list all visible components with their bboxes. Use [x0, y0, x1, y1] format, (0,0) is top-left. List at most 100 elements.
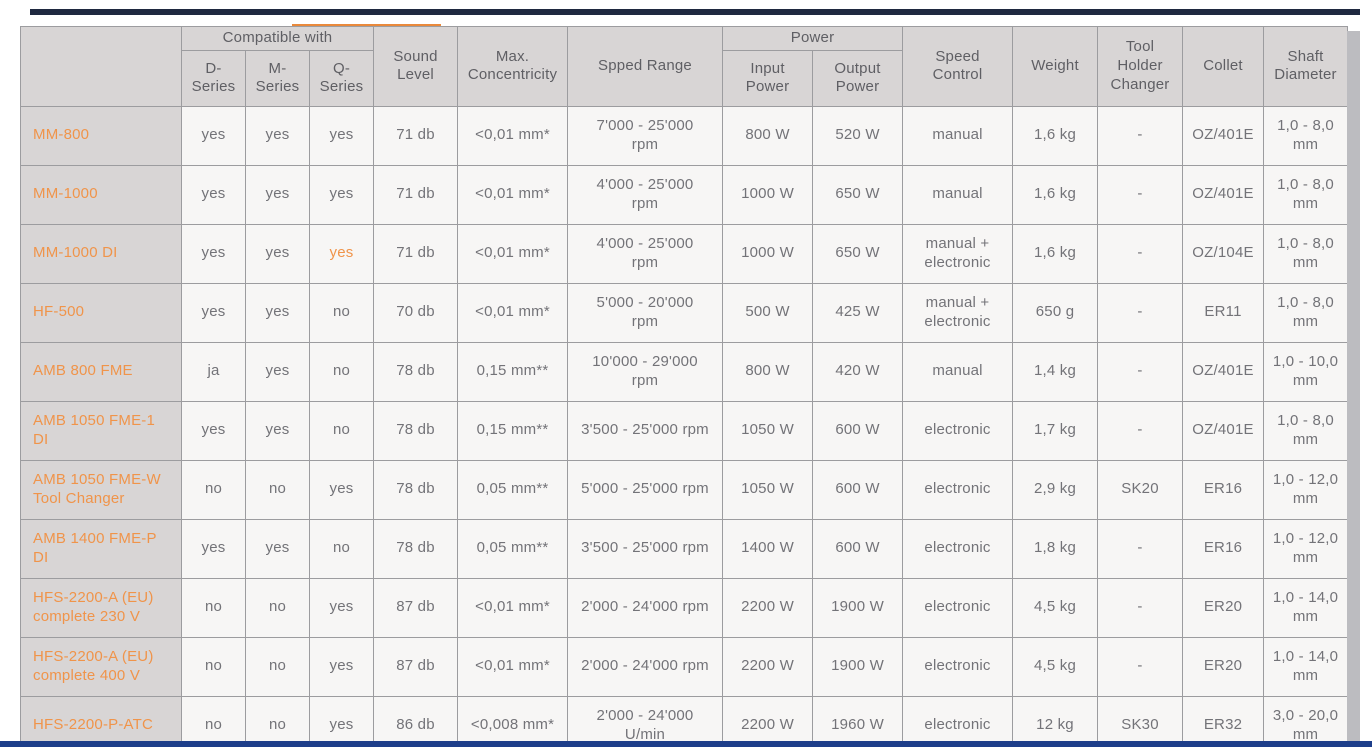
- cell-speed-control: manual: [902, 341, 1014, 402]
- cell-output-power: 420 W: [812, 341, 904, 402]
- cell-speed-control: electronic: [902, 577, 1014, 638]
- cell-collet: OZ/401E: [1182, 164, 1265, 225]
- cell-sound-level: 70 db: [373, 282, 459, 343]
- top-divider-bar: [30, 9, 1360, 15]
- cell-shaft-diameter: 1,0 - 8,0 mm: [1263, 164, 1349, 225]
- product-name-link[interactable]: MM-800: [20, 105, 182, 166]
- product-name-link[interactable]: HFS-2200-P-ATC: [20, 695, 182, 747]
- cell-m-series: yes: [245, 400, 310, 461]
- product-name-link[interactable]: AMB 1050 FME-1 DI: [20, 400, 182, 461]
- cell-output-power: 1960 W: [812, 695, 904, 747]
- cell-speed-range: 4'000 - 25'000 rpm: [567, 223, 724, 284]
- cell-output-power: 520 W: [812, 105, 904, 166]
- table-row: AMB 800 FME ja yes no 78 db 0,15 mm** 10…: [20, 341, 1349, 402]
- cell-max-concentricity: <0,008 mm*: [457, 695, 569, 747]
- cell-output-power: 600 W: [812, 459, 904, 520]
- cell-m-series: no: [245, 636, 310, 697]
- accent-underline: [292, 24, 441, 26]
- cell-collet: ER32: [1182, 695, 1265, 747]
- cell-speed-range: 3'500 - 25'000 rpm: [567, 518, 724, 579]
- cell-tool-holder-changer: -: [1097, 341, 1184, 402]
- product-name-link[interactable]: AMB 1400 FME-P DI: [20, 518, 182, 579]
- cell-shaft-diameter: 3,0 - 20,0 mm: [1263, 695, 1349, 747]
- cell-q-series: yes: [308, 223, 375, 284]
- cell-sound-level: 87 db: [373, 636, 459, 697]
- cell-q-series: no: [308, 518, 375, 579]
- cell-tool-holder-changer: -: [1097, 105, 1184, 166]
- cell-q-series: no: [308, 400, 375, 461]
- cell-shaft-diameter: 1,0 - 14,0 mm: [1263, 577, 1349, 638]
- cell-weight: 4,5 kg: [1012, 577, 1099, 638]
- cell-collet: OZ/104E: [1182, 223, 1265, 284]
- cell-d-series: no: [181, 577, 246, 638]
- cell-shaft-diameter: 1,0 - 8,0 mm: [1263, 223, 1349, 284]
- cell-d-series: yes: [181, 223, 246, 284]
- col-group-power: Power: [722, 26, 904, 51]
- cell-max-concentricity: 0,05 mm**: [457, 518, 569, 579]
- cell-speed-control: electronic: [902, 518, 1014, 579]
- cell-weight: 650 g: [1012, 282, 1099, 343]
- col-header-speed-control: Speed Control: [902, 26, 1014, 107]
- vertical-scrollbar[interactable]: [1347, 31, 1360, 741]
- cell-shaft-diameter: 1,0 - 10,0 mm: [1263, 341, 1349, 402]
- cell-sound-level: 71 db: [373, 105, 459, 166]
- cell-speed-control: electronic: [902, 459, 1014, 520]
- cell-collet: OZ/401E: [1182, 105, 1265, 166]
- col-header-product: [20, 26, 182, 107]
- col-header-input-power: Input Power: [722, 49, 814, 107]
- cell-input-power: 2200 W: [722, 636, 814, 697]
- cell-input-power: 1000 W: [722, 223, 814, 284]
- cell-d-series: no: [181, 459, 246, 520]
- cell-speed-range: 7'000 - 25'000 rpm: [567, 105, 724, 166]
- cell-sound-level: 78 db: [373, 400, 459, 461]
- product-name-link[interactable]: HFS-2200-A (EU) complete 230 V: [20, 577, 182, 638]
- cell-shaft-diameter: 1,0 - 8,0 mm: [1263, 282, 1349, 343]
- cell-collet: ER16: [1182, 459, 1265, 520]
- product-name-link[interactable]: AMB 800 FME: [20, 341, 182, 402]
- cell-input-power: 800 W: [722, 341, 814, 402]
- cell-weight: 1,7 kg: [1012, 400, 1099, 461]
- cell-speed-range: 3'500 - 25'000 rpm: [567, 400, 724, 461]
- cell-d-series: ja: [181, 341, 246, 402]
- cell-max-concentricity: 0,15 mm**: [457, 341, 569, 402]
- cell-speed-control: electronic: [902, 636, 1014, 697]
- cell-input-power: 500 W: [722, 282, 814, 343]
- cell-weight: 4,5 kg: [1012, 636, 1099, 697]
- cell-tool-holder-changer: -: [1097, 223, 1184, 284]
- cell-q-series: yes: [308, 695, 375, 747]
- cell-weight: 12 kg: [1012, 695, 1099, 747]
- page: Compatible with Sound Level Max. Concent…: [0, 0, 1372, 747]
- cell-collet: ER20: [1182, 636, 1265, 697]
- col-group-compatible-with: Compatible with: [180, 26, 375, 51]
- cell-m-series: yes: [245, 341, 310, 402]
- cell-weight: 1,6 kg: [1012, 223, 1099, 284]
- cell-shaft-diameter: 1,0 - 14,0 mm: [1263, 636, 1349, 697]
- product-name-link[interactable]: MM-1000: [20, 164, 182, 225]
- cell-max-concentricity: <0,01 mm*: [457, 282, 569, 343]
- product-name-link[interactable]: HFS-2200-A (EU) complete 400 V: [20, 636, 182, 697]
- table-row: AMB 1050 FME-1 DI yes yes no 78 db 0,15 …: [20, 400, 1349, 461]
- table-row: MM-1000 yes yes yes 71 db <0,01 mm* 4'00…: [20, 164, 1349, 225]
- product-name-link[interactable]: AMB 1050 FME-W Tool Changer: [20, 459, 182, 520]
- cell-collet: ER11: [1182, 282, 1265, 343]
- table-row: HFS-2200-A (EU) complete 400 V no no yes…: [20, 636, 1349, 697]
- cell-shaft-diameter: 1,0 - 12,0 mm: [1263, 459, 1349, 520]
- cell-input-power: 1400 W: [722, 518, 814, 579]
- cell-tool-holder-changer: -: [1097, 636, 1184, 697]
- cell-weight: 1,8 kg: [1012, 518, 1099, 579]
- product-name-link[interactable]: HF-500: [20, 282, 182, 343]
- cell-speed-range: 2'000 - 24'000 rpm: [567, 577, 724, 638]
- table-row: HFS-2200-P-ATC no no yes 86 db <0,008 mm…: [20, 695, 1349, 747]
- cell-d-series: yes: [181, 164, 246, 225]
- cell-weight: 1,4 kg: [1012, 341, 1099, 402]
- cell-sound-level: 78 db: [373, 518, 459, 579]
- cell-d-series: yes: [181, 400, 246, 461]
- cell-input-power: 1050 W: [722, 459, 814, 520]
- cell-max-concentricity: <0,01 mm*: [457, 577, 569, 638]
- cell-m-series: yes: [245, 164, 310, 225]
- col-header-output-power: Output Power: [812, 49, 904, 107]
- col-header-tool-holder-changer: Tool Holder Changer: [1097, 26, 1184, 107]
- cell-speed-control: electronic: [902, 400, 1014, 461]
- product-name-link[interactable]: MM-1000 DI: [20, 223, 182, 284]
- col-header-q-series: Q-Series: [308, 49, 375, 107]
